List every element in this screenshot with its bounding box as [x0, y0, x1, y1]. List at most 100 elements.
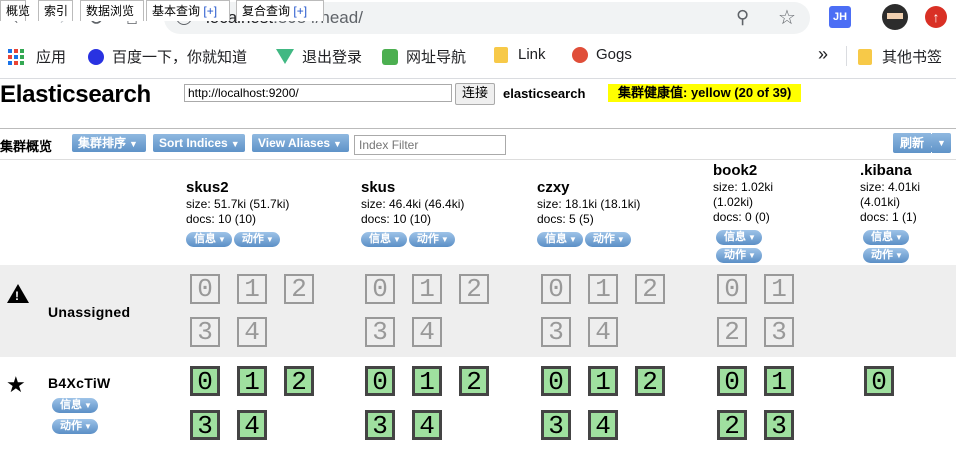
shard-assigned[interactable]: 1 — [764, 366, 794, 396]
shard-assigned[interactable]: 2 — [284, 366, 314, 396]
index-info-button[interactable]: 信息 ▼ — [537, 232, 583, 247]
shard-assigned[interactable]: 4 — [412, 410, 442, 440]
chevron-down-icon: ▼ — [748, 251, 756, 260]
shard-unassigned[interactable]: 0 — [717, 274, 747, 304]
bookmark-star-icon[interactable]: ☆ — [778, 5, 796, 30]
shard-unassigned[interactable]: 2 — [284, 274, 314, 304]
shard-assigned[interactable]: 0 — [365, 366, 395, 396]
shard-assigned[interactable]: 0 — [190, 366, 220, 396]
refresh-menu-button[interactable]: ▼ — [932, 133, 951, 153]
shard-unassigned[interactable]: 1 — [764, 274, 794, 304]
node-name[interactable]: B4XcTiW — [48, 375, 111, 391]
shard-unassigned[interactable]: 4 — [237, 317, 267, 347]
index-action-button[interactable]: 动作 ▼ — [408, 232, 455, 247]
shard-assigned[interactable]: 4 — [237, 410, 267, 440]
bookmark-apps[interactable]: 应用 — [8, 46, 66, 67]
chevron-down-icon: ▼ — [218, 235, 226, 244]
shard-unassigned[interactable]: 3 — [541, 317, 571, 347]
bookmarks-more-icon[interactable]: » — [818, 44, 828, 65]
chevron-down-icon: ▼ — [616, 235, 625, 244]
shard-assigned[interactable]: 2 — [459, 366, 489, 396]
node-action-button[interactable]: 动作 ▼ — [52, 419, 98, 434]
profile-avatar[interactable] — [882, 4, 908, 30]
shard-unassigned[interactable]: 2 — [635, 274, 665, 304]
index-size: size: 18.1ki (18.1ki) — [537, 197, 641, 211]
cluster-health-badge: 集群健康值: yellow (20 of 39) — [608, 84, 802, 102]
chevron-down-icon: ▼ — [895, 233, 903, 242]
shard-assigned[interactable]: 3 — [365, 410, 395, 440]
bookmark-logout[interactable]: 退出登录 — [276, 46, 362, 67]
shard-unassigned[interactable]: 0 — [541, 274, 571, 304]
bookmark-link[interactable]: Link — [494, 46, 546, 63]
node-info-button[interactable]: 信息 ▼ — [52, 398, 98, 413]
shard-unassigned[interactable]: 2 — [459, 274, 489, 304]
chevron-down-icon: ▼ — [393, 235, 401, 244]
index-info-button[interactable]: 信息 ▼ — [361, 232, 407, 247]
tab-indices[interactable]: 索引 — [38, 0, 73, 21]
chevron-down-icon: ▼ — [265, 235, 274, 244]
shard-unassigned[interactable]: 0 — [190, 274, 220, 304]
shard-assigned[interactable]: 0 — [864, 366, 894, 396]
shard-assigned[interactable]: 4 — [588, 410, 618, 440]
shard-unassigned[interactable]: 1 — [588, 274, 618, 304]
index-info-button[interactable]: 信息 ▼ — [863, 230, 909, 245]
extension-jh-icon[interactable]: JH — [829, 6, 851, 28]
shard-assigned[interactable]: 1 — [237, 366, 267, 396]
bookmarks-bar: 应用 百度一下，你就知道 退出登录 网址导航 Link Gogs » 其他书签 — [0, 38, 956, 74]
index-docs: docs: 0 (0) — [713, 210, 770, 224]
bookmark-gogs[interactable]: Gogs — [572, 46, 632, 63]
shard-assigned[interactable]: 2 — [635, 366, 665, 396]
index-filter-input[interactable] — [354, 135, 506, 155]
shard-assigned[interactable]: 3 — [190, 410, 220, 440]
shard-unassigned[interactable]: 1 — [237, 274, 267, 304]
unassigned-label: Unassigned — [48, 304, 131, 320]
index-info-button[interactable]: 信息 ▼ — [186, 232, 232, 247]
shard-unassigned[interactable]: 3 — [190, 317, 220, 347]
shard-unassigned[interactable]: 3 — [365, 317, 395, 347]
index-actions: 信息 ▼ 动作 ▼ — [537, 229, 640, 247]
bookmark-baidu[interactable]: 百度一下，你就知道 — [88, 46, 247, 67]
index-size: size: 46.4ki (46.4ki) — [361, 197, 465, 211]
chrome-divider — [0, 78, 956, 79]
index-info-button[interactable]: 信息 ▼ — [716, 230, 762, 245]
index-action-button[interactable]: 动作 ▼ — [863, 248, 909, 263]
shard-assigned[interactable]: 0 — [541, 366, 571, 396]
shard-assigned[interactable]: 3 — [764, 410, 794, 440]
chevron-down-icon: ▼ — [84, 422, 92, 431]
shard-unassigned[interactable]: 4 — [588, 317, 618, 347]
vue-icon — [276, 49, 294, 64]
connect-button[interactable]: 连接 — [455, 83, 496, 105]
shard-unassigned[interactable]: 2 — [717, 317, 747, 347]
shard-unassigned[interactable]: 0 — [365, 274, 395, 304]
shard-unassigned[interactable]: 4 — [412, 317, 442, 347]
bookmark-hao[interactable]: 网址导航 — [382, 46, 466, 67]
index-actions: 信息 ▼ 动作 ▼ — [716, 227, 773, 263]
index-name: skus — [361, 179, 396, 196]
view-aliases-button[interactable]: View Aliases ▼ — [252, 134, 349, 152]
shard-unassigned[interactable]: 1 — [412, 274, 442, 304]
bookmark-other[interactable]: 其他书签 — [858, 46, 942, 67]
shard-assigned[interactable]: 1 — [588, 366, 618, 396]
refresh-button[interactable]: 刷新 — [893, 133, 931, 153]
index-docs: docs: 10 (10) — [186, 212, 257, 226]
index-docs: docs: 5 (5) — [537, 212, 594, 226]
index-action-button[interactable]: 动作 ▼ — [716, 248, 762, 263]
shard-assigned[interactable]: 2 — [717, 410, 747, 440]
index-action-button[interactable]: 动作 ▼ — [584, 232, 631, 247]
chevron-down-icon: ▼ — [440, 235, 449, 244]
shard-assigned[interactable]: 3 — [541, 410, 571, 440]
shard-assigned[interactable]: 0 — [717, 366, 747, 396]
tab-browser[interactable]: 数据浏览 — [80, 0, 144, 21]
update-icon[interactable]: ↑ — [925, 6, 947, 28]
sort-cluster-button[interactable]: 集群排序 ▼ — [72, 134, 146, 152]
connect-url-input[interactable] — [184, 84, 452, 102]
tab-compound-query[interactable]: 复合查询 [+] — [236, 0, 324, 21]
shard-assigned[interactable]: 1 — [412, 366, 442, 396]
sort-indices-button[interactable]: Sort Indices ▼ — [153, 134, 245, 152]
tab-basic-query[interactable]: 基本查询 [+] — [146, 0, 230, 21]
tab-overview[interactable]: 概览 — [0, 0, 30, 21]
index-column: czxy size: 18.1ki (18.1ki) docs: 5 (5) 信… — [537, 179, 640, 247]
index-action-button[interactable]: 动作 ▼ — [233, 232, 280, 247]
zoom-icon[interactable]: ⚲ — [736, 7, 749, 28]
shard-unassigned[interactable]: 3 — [764, 317, 794, 347]
